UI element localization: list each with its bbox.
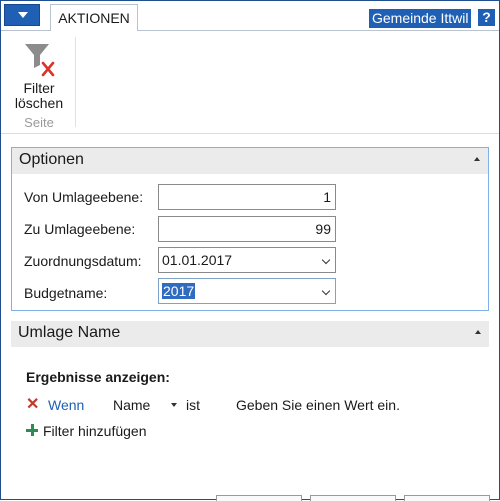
budgetname-label: Budgetname: [24,285,108,301]
ribbon-body: Filter löschen Seite [1,31,499,134]
remove-filter-icon[interactable]: ✕ [26,397,40,415]
options-section-title: Optionen [19,151,84,168]
tab-aktionen[interactable]: AKTIONEN [50,4,138,31]
umlage-name-section-title: Umlage Name [18,324,121,341]
zu-umlageebene-label: Zu Umlageebene: [24,221,136,237]
zu-umlageebene-input[interactable]: 99 [158,216,336,242]
filter-field-name[interactable]: Name [113,397,150,413]
umlage-name-section-header[interactable]: Umlage Name [11,321,489,347]
budgetname-input[interactable]: 2017 [158,278,336,304]
filter-connector-link[interactable]: Wenn [48,397,84,413]
clear-filter-label-line1: Filter [23,80,55,96]
plus-icon [26,424,38,436]
collapse-chevron-icon[interactable] [474,157,480,161]
footer-button[interactable] [310,495,396,501]
umlage-name-section: Umlage Name [11,321,489,347]
zuordnungsdatum-value: 01.01.2017 [162,252,233,268]
filter-row: ✕ Wenn Name ist Geben Sie einen Wert ein… [26,397,486,417]
clear-filter-label: Filter löschen [11,81,67,111]
von-umlageebene-value: 1 [323,189,331,205]
filter-value-input[interactable]: Geben Sie einen Wert ein. [236,397,400,413]
ribbon-group-label: Seite [24,115,54,130]
von-umlageebene-label: Von Umlageebene: [24,189,144,205]
collapse-chevron-icon[interactable] [475,330,481,334]
clear-filter-label-line2: löschen [14,95,64,111]
footer-button[interactable] [216,495,302,501]
filter-operator: ist [186,397,200,413]
request-page-window: AKTIONEN Gemeinde Ittwil ? Filter lösche… [0,0,500,501]
ribbon-tabstrip: AKTIONEN Gemeinde Ittwil ? [1,1,499,31]
company-name-badge[interactable]: Gemeinde Ittwil [369,9,472,28]
show-results-heading: Ergebnisse anzeigen: [26,369,170,385]
clear-filter-button[interactable]: Filter löschen [11,37,67,113]
app-menu-button[interactable] [4,4,40,26]
zu-umlageebene-value: 99 [315,221,331,237]
filter-clear-icon [25,44,55,77]
dropdown-arrow-icon [18,12,28,18]
zuordnungsdatum-label: Zuordnungsdatum: [24,253,142,269]
von-umlageebene-input[interactable]: 1 [158,184,336,210]
zuordnungsdatum-input[interactable]: 01.01.2017 [158,247,336,273]
options-section-header[interactable]: Optionen [12,148,488,174]
chevron-down-icon[interactable] [321,286,331,296]
budgetname-value: 2017 [162,283,196,299]
options-section: Optionen Von Umlageebene: 1 Zu Umlageebe… [11,147,489,311]
help-icon[interactable]: ? [478,9,495,26]
chevron-down-icon[interactable] [321,255,331,265]
add-filter-label: Filter hinzufügen [43,423,147,439]
field-dropdown-icon[interactable] [171,403,177,407]
ribbon-group-divider [75,37,76,127]
footer-button[interactable] [404,495,490,501]
